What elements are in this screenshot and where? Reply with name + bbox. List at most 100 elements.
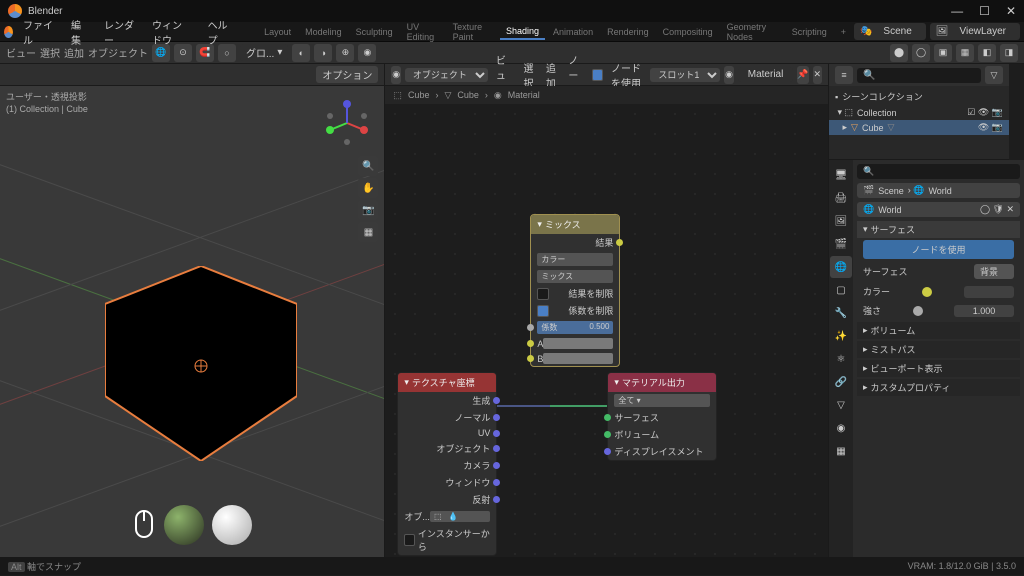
tab-uv[interactable]: UV Editing	[401, 20, 445, 44]
mat-x-icon[interactable]: ✕	[813, 66, 822, 84]
propedit-icon[interactable]: ○	[218, 44, 236, 62]
tool-b[interactable]: ◑	[314, 44, 332, 62]
collection-row[interactable]: ▾ ⬚ Collection☑ 👁 📷	[829, 105, 1009, 120]
zoom-icon[interactable]: 🔍	[358, 156, 378, 176]
transform-dropdown[interactable]: グロ... ▾	[240, 44, 288, 61]
statusbar: Alt 軸でスナップ VRAM: 1.8/12.0 GiB | 3.5.0	[0, 557, 1024, 575]
tab-scripting[interactable]: Scripting	[786, 25, 833, 39]
shading-3[interactable]: ▣	[934, 44, 952, 62]
tab-rendering[interactable]: Rendering	[601, 25, 655, 39]
pan-icon[interactable]: ✋	[358, 178, 378, 198]
tab-compositing[interactable]: Compositing	[657, 25, 719, 39]
tab-material[interactable]: ◉	[830, 417, 852, 439]
tab-animation[interactable]: Animation	[547, 25, 599, 39]
mist-panel[interactable]: ▸ ミストパス	[857, 341, 1020, 358]
shading-4[interactable]: ▦	[956, 44, 974, 62]
scene-collection-row[interactable]: ▪ シーンコレクション	[829, 88, 1009, 105]
tab-data[interactable]: ▽	[830, 394, 852, 416]
grid-icon[interactable]: ▦	[358, 222, 378, 242]
material-icon[interactable]: ◉	[724, 66, 733, 84]
cube-mesh[interactable]	[105, 266, 297, 461]
scene-selector[interactable]: 🎭 Scene	[854, 23, 926, 40]
shader-type[interactable]: オブジェクト	[405, 68, 488, 82]
volume-panel[interactable]: ▸ ボリューム	[857, 322, 1020, 339]
tab-scene[interactable]: 🎬	[830, 233, 852, 255]
tab-texture[interactable]: ▦	[830, 440, 852, 462]
viewport-info: ユーザー・透視投影 (1) Collection | Cube	[6, 92, 88, 115]
use-nodes-check[interactable]	[592, 69, 603, 81]
pin-icon[interactable]: 📌	[797, 66, 808, 84]
tool-c[interactable]: ⊕	[336, 44, 354, 62]
use-nodes-button[interactable]: ノードを使用	[863, 240, 1014, 259]
tab-physics[interactable]: ⚛	[830, 348, 852, 370]
tab-add[interactable]: +	[835, 25, 852, 39]
cube-row[interactable]: ▸ ▽ Cube ▽👁 📷	[829, 120, 1009, 135]
shading-2[interactable]: ◯	[912, 44, 930, 62]
window-controls[interactable]: — ☐ ✕	[951, 4, 1016, 18]
tool-d[interactable]: ◉	[358, 44, 376, 62]
menu-render[interactable]: レンダー	[96, 15, 142, 49]
options-dropdown[interactable]: オプション	[316, 66, 378, 83]
viewlayer-selector[interactable]: 🖼 ViewLayer	[930, 23, 1020, 40]
mode-add[interactable]: 追加	[64, 45, 84, 60]
node-material-output[interactable]: ▾ マテリアル出力 全て ▾ サーフェス ボリューム ディスプレイスメント	[607, 372, 717, 461]
mode-view[interactable]: ビュー	[6, 45, 36, 60]
app-icon[interactable]	[4, 26, 13, 38]
pivot-icon[interactable]: ⊙	[174, 44, 192, 62]
minimize-icon[interactable]: —	[951, 4, 963, 18]
node-mix[interactable]: ▾ ミックス 結果 カラー ミックス 結果を制限 係数を制限 係数0.500 A…	[530, 214, 620, 367]
outliner[interactable]: ≡ 🔍 ▽ ▪ シーンコレクション ▾ ⬚ Collection☑ 👁 📷 ▸ …	[829, 64, 1009, 160]
properties: 🖥 🖨 🖼 🎬 🌐 ▢ 🔧 ✨ ⚛ 🔗 ▽ ◉ ▦ 🔍 🎬 Scene › 🌐 …	[829, 160, 1024, 557]
surface-panel-header[interactable]: ▾ サーフェス	[857, 221, 1020, 238]
maximize-icon[interactable]: ☐	[979, 4, 990, 18]
hdri-preview[interactable]	[164, 505, 204, 545]
surface-shader[interactable]: 背景	[974, 264, 1014, 279]
tab-object[interactable]: ▢	[830, 279, 852, 301]
world-color[interactable]	[964, 286, 1014, 298]
custom-props-panel[interactable]: ▸ カスタムプロパティ	[857, 379, 1020, 396]
shader-editor[interactable]: ◉ オブジェクト ビュー 選択 追加 ノード ノードを使用 スロット1 ◉ Ma…	[385, 64, 829, 557]
menu-file[interactable]: ファイル	[15, 15, 61, 49]
tab-geonodes[interactable]: Geometry Nodes	[721, 20, 784, 44]
props-tabs: 🖥 🖨 🖼 🎬 🌐 ▢ 🔧 ✨ ⚛ 🔗 ▽ ◉ ▦	[829, 160, 853, 557]
node-texcoord[interactable]: ▾ テクスチャ座標 生成 ノーマル UV オブジェクト カメラ ウィンドウ 反射…	[397, 372, 497, 556]
shading-5[interactable]: ◧	[978, 44, 996, 62]
outliner-type-icon[interactable]: ≡	[835, 66, 853, 84]
vram-info: VRAM: 1.8/12.0 GiB | 3.5.0	[908, 561, 1016, 571]
world-datablock[interactable]: 🌐 World◯ 🛡 ✕	[857, 202, 1020, 217]
viewport-3d[interactable]: オプション ユーザー・透視投影 (1) Collection | Cube	[0, 64, 385, 557]
tab-particles[interactable]: ✨	[830, 325, 852, 347]
shading-6[interactable]: ◨	[1000, 44, 1018, 62]
nav-gizmo[interactable]	[322, 98, 372, 148]
menu-edit[interactable]: 編集	[63, 15, 94, 49]
snap-icon[interactable]: 🧲	[196, 44, 214, 62]
tab-sculpting[interactable]: Sculpting	[350, 25, 399, 39]
editor-type-icon[interactable]: ◉	[391, 66, 400, 84]
filter-icon[interactable]: ▽	[985, 66, 1003, 84]
close-icon[interactable]: ✕	[1006, 4, 1016, 18]
tab-constraints[interactable]: 🔗	[830, 371, 852, 393]
tab-texpaint[interactable]: Texture Paint	[447, 20, 498, 44]
tab-shading[interactable]: Shading	[500, 24, 545, 40]
tab-world[interactable]: 🌐	[830, 256, 852, 278]
tab-output[interactable]: 🖨	[830, 187, 852, 209]
outliner-search[interactable]: 🔍	[857, 68, 981, 83]
props-search[interactable]: 🔍	[857, 164, 1020, 179]
mode-select[interactable]: 選択	[40, 45, 60, 60]
slot-selector[interactable]: スロット1	[650, 68, 720, 82]
props-breadcrumb[interactable]: 🎬 Scene › 🌐 World	[857, 183, 1020, 198]
tab-viewlayer[interactable]: 🖼	[830, 210, 852, 232]
tab-modifiers[interactable]: 🔧	[830, 302, 852, 324]
tool-a[interactable]: ◐	[292, 44, 310, 62]
material-name[interactable]: Material	[738, 67, 794, 82]
tab-modeling[interactable]: Modeling	[299, 25, 348, 39]
shading-1[interactable]: ⬤	[890, 44, 908, 62]
viewport-panel[interactable]: ▸ ビューポート表示	[857, 360, 1020, 377]
tab-render[interactable]: 🖥	[830, 164, 852, 186]
mode-object[interactable]: オブジェクト	[88, 45, 148, 60]
material-preview[interactable]	[212, 505, 252, 545]
tab-layout[interactable]: Layout	[258, 25, 297, 39]
camera-icon[interactable]: 📷	[358, 200, 378, 220]
world-strength[interactable]: 1.000	[954, 305, 1014, 317]
orientation-icon[interactable]: 🌐	[152, 44, 170, 62]
